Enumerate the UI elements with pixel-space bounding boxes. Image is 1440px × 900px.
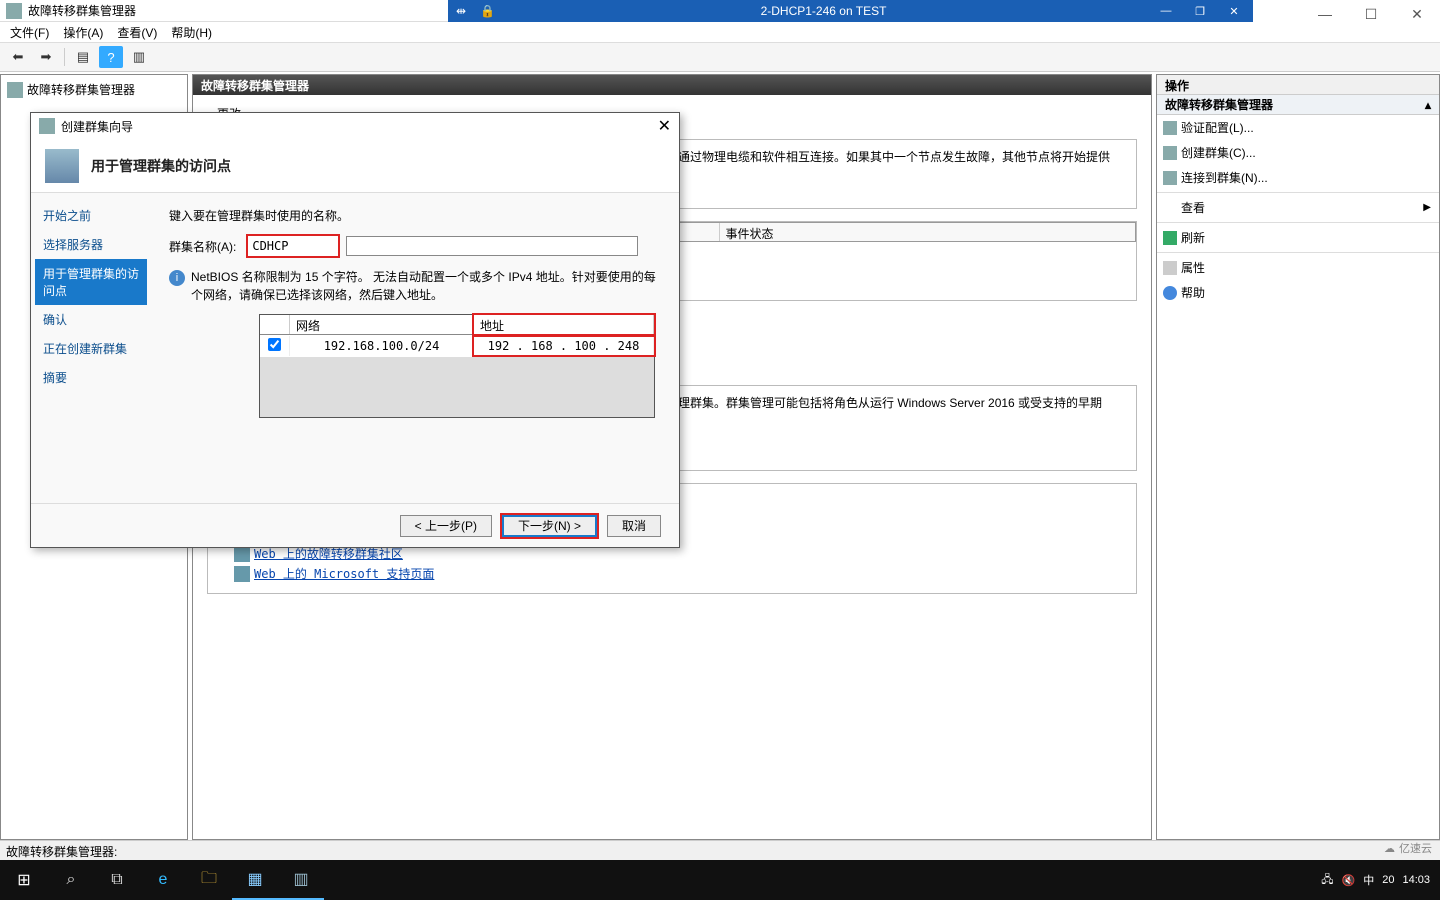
- cluster-name-label: 群集名称(A):: [169, 238, 236, 255]
- lock-icon[interactable]: 🔒: [480, 4, 494, 18]
- wizard-nav-summary[interactable]: 摘要: [35, 363, 147, 392]
- content-header: 故障转移群集管理器: [193, 75, 1151, 95]
- action-properties[interactable]: 属性: [1157, 255, 1439, 280]
- wizard-cancel-button[interactable]: 取消: [607, 515, 661, 537]
- tray-network-icon[interactable]: 🖧: [1321, 871, 1333, 890]
- wizard-nav-select-servers[interactable]: 选择服务器: [35, 230, 147, 259]
- net-table-row[interactable]: 192.168.100.0/24 192 . 168 . 100 . 248: [260, 335, 654, 357]
- help-icon: [1163, 286, 1177, 300]
- create-cluster-wizard: 创建群集向导 ✕ 用于管理群集的访问点 开始之前 选择服务器 用于管理群集的访问…: [30, 112, 680, 548]
- tree-root-item[interactable]: 故障转移群集管理器: [5, 79, 183, 100]
- cluster-name-input[interactable]: [248, 236, 338, 256]
- pin-icon[interactable]: ⇹: [456, 4, 470, 18]
- watermark: ☁ 亿速云: [1384, 840, 1432, 856]
- tray-time: 14:03: [1402, 874, 1430, 886]
- wizard-header: 用于管理群集的访问点: [31, 139, 679, 193]
- tree-root-label: 故障转移群集管理器: [27, 81, 135, 98]
- wizard-next-button[interactable]: 下一步(N) >: [502, 515, 597, 537]
- action-view[interactable]: 查看▶: [1157, 195, 1439, 220]
- tray-ime[interactable]: 中: [1363, 872, 1374, 888]
- wizard-close-button[interactable]: ✕: [658, 116, 671, 136]
- vm-minimize-button[interactable]: —: [1153, 3, 1179, 19]
- net-col-check: [260, 315, 290, 334]
- col-event-status: 事件状态: [720, 223, 1136, 241]
- create-icon: [1163, 146, 1177, 160]
- vm-close-button[interactable]: ✕: [1221, 3, 1247, 19]
- taskbar-mmc-icon[interactable]: ▥: [278, 860, 324, 900]
- link-ms-support[interactable]: Web 上的 Microsoft 支持页面: [254, 565, 434, 583]
- vm-maximize-button[interactable]: ❐: [1187, 3, 1213, 19]
- system-tray: 🖧 🔇 中 20 14:03: [1311, 871, 1440, 890]
- menu-view[interactable]: 查看(V): [111, 22, 163, 43]
- wizard-info-text: NetBIOS 名称限制为 15 个字符。 无法自动配置一个或多个 IPv4 地…: [191, 268, 661, 304]
- cluster-icon: [6, 3, 22, 19]
- actions-sub-header: 故障转移群集管理器▴: [1157, 95, 1439, 115]
- action-validate[interactable]: 验证配置(L)...: [1157, 115, 1439, 140]
- start-button[interactable]: ⊞: [0, 860, 48, 900]
- wizard-nav-before[interactable]: 开始之前: [35, 201, 147, 230]
- refresh-icon: [1163, 231, 1177, 245]
- wizard-nav-confirm[interactable]: 确认: [35, 305, 147, 334]
- toolbar-columns-button[interactable]: ▤: [71, 46, 95, 68]
- status-bar: 故障转移群集管理器:: [0, 840, 1440, 860]
- wizard-prev-button[interactable]: < 上一步(P): [400, 515, 492, 537]
- wizard-title-text: 创建群集向导: [61, 118, 133, 135]
- taskbar-taskview-button[interactable]: ⧉: [94, 860, 140, 900]
- toolbar-panes-button[interactable]: ▥: [127, 46, 151, 68]
- vm-title-text: 2-DHCP1-246 on TEST: [494, 4, 1153, 18]
- link-ms-row[interactable]: Web 上的 Microsoft 支持页面: [234, 565, 1126, 583]
- wizard-prompt: 键入要在管理群集时使用的名称。: [169, 207, 661, 224]
- wizard-nav-creating[interactable]: 正在创建新群集: [35, 334, 147, 363]
- action-help[interactable]: 帮助: [1157, 280, 1439, 305]
- wizard-buttons: < 上一步(P) 下一步(N) > 取消: [31, 503, 679, 547]
- wizard-header-icon: [45, 149, 79, 183]
- toolbar-help-button[interactable]: ?: [99, 46, 123, 68]
- net-col-network: 网络: [290, 315, 474, 334]
- tray-date-prefix: 20: [1382, 874, 1394, 886]
- vm-title-bar: ⇹ 🔒 2-DHCP1-246 on TEST — ❐ ✕: [448, 0, 1253, 22]
- taskbar-search-button[interactable]: ⌕: [48, 860, 94, 900]
- wizard-nav: 开始之前 选择服务器 用于管理群集的访问点 确认 正在创建新群集 摘要: [31, 193, 151, 503]
- connect-icon: [1163, 171, 1177, 185]
- net-row-checkbox[interactable]: [268, 338, 281, 351]
- taskbar-servermanager-icon[interactable]: ▦: [232, 860, 278, 900]
- cluster-name-input-ext[interactable]: [346, 236, 638, 256]
- mmc-title-bar: 故障转移群集管理器: [0, 0, 448, 22]
- info-icon: i: [169, 270, 185, 286]
- net-row-address[interactable]: 192 . 168 . 100 . 248: [474, 337, 654, 355]
- wizard-nav-access-point[interactable]: 用于管理群集的访问点: [35, 259, 147, 305]
- nav-back-button[interactable]: ⬅: [6, 46, 30, 68]
- network-table: 网络 地址 192.168.100.0/24 192 . 168 . 100 .…: [259, 314, 655, 418]
- menu-action[interactable]: 操作(A): [57, 22, 109, 43]
- chevron-right-icon: ▶: [1423, 202, 1431, 213]
- wizard-header-text: 用于管理群集的访问点: [91, 156, 231, 176]
- wizard-title-bar[interactable]: 创建群集向导 ✕: [31, 113, 679, 139]
- toolbar: ⬅ ➡ ▤ ? ▥: [0, 42, 1440, 72]
- action-refresh[interactable]: 刷新: [1157, 225, 1439, 250]
- tray-volume-icon[interactable]: 🔇: [1342, 874, 1356, 887]
- collapse-icon[interactable]: ▴: [1425, 98, 1431, 112]
- cluster-manager-icon: [7, 82, 23, 98]
- mmc-title-text: 故障转移群集管理器: [28, 2, 136, 19]
- taskbar: ⊞ ⌕ ⧉ e 🗀 ▦ ▥ 🖧 🔇 中 20 14:03: [0, 860, 1440, 900]
- taskbar-ie-icon[interactable]: e: [140, 860, 186, 900]
- actions-pane: 操作 故障转移群集管理器▴ 验证配置(L)... 创建群集(C)... 连接到群…: [1156, 74, 1440, 840]
- menu-bar: 文件(F) 操作(A) 查看(V) 帮助(H): [0, 22, 1440, 42]
- actions-header: 操作: [1157, 75, 1439, 95]
- action-create[interactable]: 创建群集(C)...: [1157, 140, 1439, 165]
- action-connect[interactable]: 连接到群集(N)...: [1157, 165, 1439, 190]
- menu-help[interactable]: 帮助(H): [165, 22, 218, 43]
- wizard-icon: [39, 118, 55, 134]
- net-col-address: 地址: [474, 315, 654, 334]
- net-row-network: 192.168.100.0/24: [290, 337, 474, 355]
- nav-forward-button[interactable]: ➡: [34, 46, 58, 68]
- menu-file[interactable]: 文件(F): [4, 22, 55, 43]
- validate-icon: [1163, 121, 1177, 135]
- globe-icon: [234, 546, 250, 562]
- cloud-icon: ☁: [1384, 842, 1395, 855]
- wizard-content: 键入要在管理群集时使用的名称。 群集名称(A): i NetBIOS 名称限制为…: [151, 193, 679, 503]
- properties-icon: [1163, 261, 1177, 275]
- globe-icon: [234, 566, 250, 582]
- taskbar-explorer-icon[interactable]: 🗀: [186, 860, 232, 900]
